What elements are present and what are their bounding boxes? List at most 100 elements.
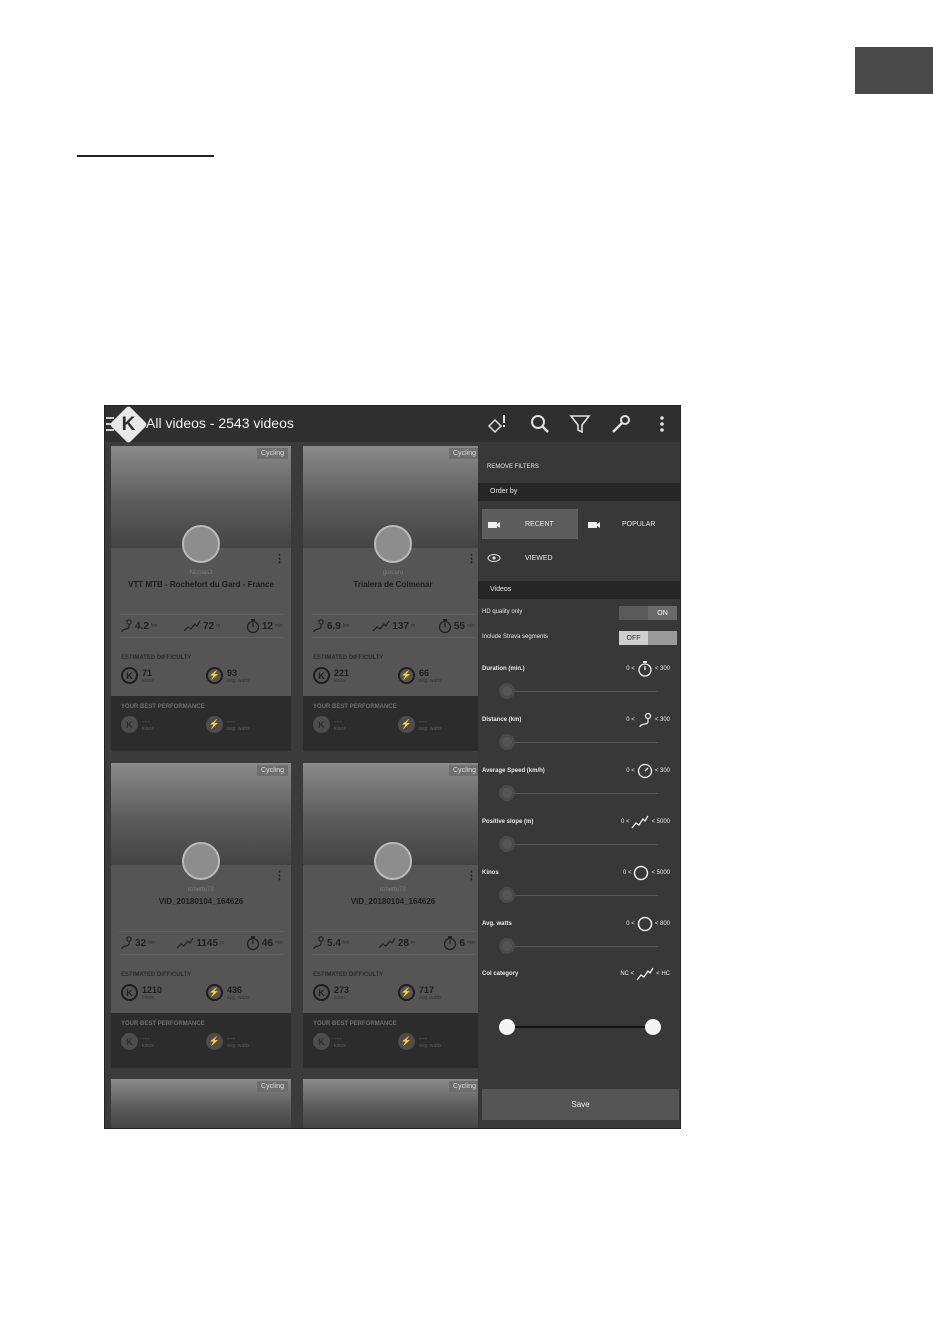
kinos-icon: K [121, 1033, 138, 1050]
range-min: 0 < [626, 768, 635, 774]
elevation-value: 28 [397, 937, 409, 949]
distance-value: 5.4 [327, 937, 341, 949]
page-tab-marker [855, 47, 933, 94]
eye-icon [487, 554, 501, 562]
remove-filters-button[interactable]: REMOVE FILTERS [487, 464, 539, 470]
watts-difficulty: ⚡ 436 avg. watts [206, 984, 250, 1001]
watts-unit: avg. watts [419, 994, 442, 1001]
kinos-icon: K [313, 984, 330, 1001]
category-tag: Cycling [449, 448, 480, 459]
top-app-bar: K All videos - 2543 videos [105, 406, 680, 444]
card-more-icon[interactable]: ⋮ [274, 869, 285, 882]
distance-slider-thumb[interactable] [499, 734, 515, 750]
elevation-unit: m [216, 623, 221, 629]
avatar [182, 842, 220, 880]
col-slider-max-thumb[interactable] [645, 1019, 661, 1035]
best-kinos-value: --- [334, 717, 342, 726]
strava-label: Include Strava segments [482, 634, 549, 640]
video-card[interactable]: Cycling ⋮ Nicolas3 VTT MTB - Rochefort d… [111, 446, 291, 751]
wrench-icon[interactable] [609, 412, 633, 436]
watts-value: 436 [227, 984, 243, 995]
category-tag: Cycling [449, 1081, 480, 1092]
duration-value: 12 [261, 620, 273, 632]
avatar [374, 525, 412, 563]
search-icon[interactable] [528, 412, 552, 436]
stopwatch-icon [246, 619, 259, 634]
estimated-difficulty-label: ESTIMATED DIFFICULTY [121, 655, 192, 661]
range-min: 0 < [626, 921, 635, 927]
watts-slider-thumb[interactable] [499, 938, 515, 954]
lightning-icon: ⚡ [206, 1033, 223, 1050]
route-pin-icon [313, 619, 324, 633]
elevation-stat: 1145 m [176, 936, 224, 950]
kinos-unit: kinos [142, 677, 154, 684]
avatar [374, 842, 412, 880]
route-pin-icon [313, 936, 324, 950]
video-card[interactable]: Cycling ⋮ roberto73 VID_20180104_164626 … [111, 763, 291, 1068]
kinos-slider-thumb[interactable] [499, 887, 515, 903]
distance-value: 4.2 [135, 620, 149, 632]
save-button[interactable]: Save [482, 1089, 679, 1120]
kinos-difficulty: K 1210 kinos [121, 984, 162, 1001]
video-card-partial[interactable]: Cycling [303, 1079, 483, 1128]
duration-unit: min [274, 623, 283, 629]
hd-quality-toggle[interactable]: ON [619, 606, 677, 620]
card-more-icon[interactable]: ⋮ [466, 552, 477, 565]
video-stats: 32 km 1145 m 46 min [119, 931, 283, 955]
range-min: 0 < [626, 666, 635, 672]
lightning-icon: ⚡ [206, 984, 223, 1001]
lightning-icon: ⚡ [206, 667, 223, 684]
distance-value: 6.9 [327, 620, 341, 632]
recent-label: RECENT [525, 520, 554, 528]
route-pin-icon [121, 936, 132, 950]
strava-toggle[interactable]: OFF [619, 631, 677, 645]
speed-range: 0 < < 300 [626, 762, 670, 780]
estimated-difficulty-label: ESTIMATED DIFFICULTY [121, 972, 192, 978]
stopwatch-icon [638, 661, 652, 677]
kinos-unit: kinos [142, 994, 154, 1001]
toggle-state: ON [648, 606, 677, 620]
diamond-alert-icon[interactable] [485, 412, 509, 436]
category-tag: Cycling [257, 448, 288, 459]
filter-icon[interactable] [568, 412, 592, 436]
best-kinos: K --- kinos [121, 716, 154, 733]
speed-slider-track [502, 793, 658, 794]
slope-slider-thumb[interactable] [499, 836, 515, 852]
camera-icon [588, 522, 600, 528]
col-slider-min-thumb[interactable] [499, 1019, 515, 1035]
card-more-icon[interactable]: ⋮ [274, 552, 285, 565]
kinos-value: 71 [142, 667, 153, 678]
distance-unit: km [148, 940, 155, 946]
video-card-partial[interactable]: Cycling [111, 1079, 291, 1128]
filter-panel: REMOVE FILTERS Order by RECENT POPULAR V… [478, 442, 680, 1128]
more-vert-icon[interactable] [650, 412, 674, 436]
order-popular-button[interactable]: POPULAR [582, 509, 680, 539]
range-max: < 5000 [651, 819, 670, 825]
elevation-value: 137 [392, 620, 409, 632]
elevation-icon [372, 620, 390, 632]
order-viewed-button[interactable]: VIEWED [482, 543, 578, 573]
hd-quality-label: HD quality only [482, 609, 523, 615]
watts-difficulty: ⚡ 717 avg. watts [398, 984, 442, 1001]
duration-slider-thumb[interactable] [499, 683, 515, 699]
best-performance: YOUR BEST PERFORMANCE K --- kinos ⚡ --- av… [303, 1013, 483, 1068]
video-card[interactable]: Cycling ⋮ gorcaro Trialera de Colmenar 6… [303, 446, 483, 751]
best-kinos-value: --- [334, 1034, 342, 1043]
watts-unit: avg. watts [227, 677, 250, 684]
duration-range: 0 < < 300 [626, 660, 670, 678]
lightning-icon: ⚡ [398, 1033, 415, 1050]
best-watts-value: --- [227, 717, 235, 726]
duration-value: 55 [453, 620, 465, 632]
stopwatch-icon [444, 936, 457, 951]
video-author: Nicolas3 [189, 570, 213, 576]
duration-label: Duration (min.) [482, 666, 525, 672]
order-recent-button[interactable]: RECENT [482, 509, 578, 539]
kinos-unit: kinos [334, 677, 346, 684]
card-more-icon[interactable]: ⋮ [466, 869, 477, 882]
video-title: VID_20180104_164626 [158, 897, 244, 906]
speed-slider-thumb[interactable] [499, 785, 515, 801]
lightning-icon: ⚡ [206, 716, 223, 733]
col-climb-icon [636, 967, 654, 981]
video-card[interactable]: Cycling ⋮ roberto73 VID_20180104_164626 … [303, 763, 483, 1068]
watts-difficulty: ⚡ 93 avg. watts [206, 667, 250, 684]
